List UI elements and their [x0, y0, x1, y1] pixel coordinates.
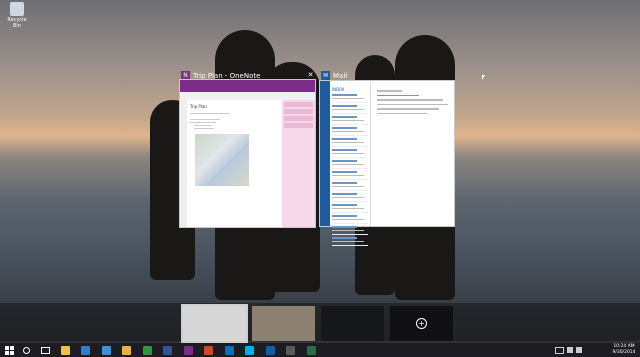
close-window-button[interactable]: ✕	[306, 71, 315, 80]
excel-icon[interactable]	[304, 344, 318, 356]
settings-icon[interactable]	[284, 344, 298, 356]
virtual-desktops-strip	[0, 303, 640, 341]
keyboard-icon[interactable]	[555, 347, 564, 354]
task-view-icon[interactable]	[38, 344, 52, 356]
window-title-text: Mail	[333, 71, 348, 80]
desktop-thumbnail-1[interactable]	[181, 304, 248, 343]
recycle-bin-icon	[10, 2, 24, 16]
search-icon[interactable]	[19, 344, 33, 356]
clock[interactable]: 10:24 AM 9/30/2014	[608, 344, 640, 356]
file-explorer-icon[interactable]	[58, 344, 72, 356]
desktop-thumbnail-3[interactable]	[321, 306, 384, 341]
mail-message-list: INBOX	[330, 81, 371, 246]
skype-icon[interactable]	[243, 344, 257, 356]
window-title-text: Trip Plan - OneNote	[193, 71, 261, 80]
window-title-mail[interactable]: ✉ Mail	[321, 71, 347, 80]
onenote-ribbon	[180, 80, 315, 92]
clock-date: 9/30/2014	[612, 350, 636, 355]
onenote-window-preview[interactable]: Trip Plan	[179, 79, 316, 228]
lync-icon[interactable]	[263, 344, 277, 356]
add-desktop-button[interactable]: +	[390, 306, 453, 341]
word-icon[interactable]	[161, 344, 175, 356]
arrow-cursor-icon	[482, 75, 485, 80]
mail-reading-pane	[371, 81, 454, 226]
onenote-app-icon[interactable]	[181, 344, 195, 356]
mail-nav-rail	[320, 81, 330, 226]
page-title: Trip Plan	[190, 104, 207, 109]
system-tray-icons	[555, 345, 595, 355]
mail-app-icon[interactable]	[79, 344, 93, 356]
plus-icon: +	[416, 318, 427, 329]
onenote-nav-pane	[180, 100, 187, 227]
mail-icon: ✉	[321, 71, 330, 80]
windows-logo-icon[interactable]	[2, 344, 16, 356]
folder-icon[interactable]	[120, 344, 134, 356]
volume-icon[interactable]	[576, 347, 582, 353]
network-icon[interactable]	[567, 347, 573, 353]
recycle-bin-desktop-icon[interactable]: Recycle Bin	[4, 2, 30, 29]
map-image	[195, 134, 249, 186]
internet-explorer-icon[interactable]	[99, 344, 113, 356]
powerpoint-icon[interactable]	[202, 344, 216, 356]
inbox-label: INBOX	[332, 87, 345, 92]
recycle-bin-label: Recycle Bin	[7, 17, 27, 29]
desktop-thumbnail-2[interactable]	[252, 306, 315, 341]
mail-window-preview[interactable]: INBOX	[319, 80, 455, 246]
onenote-icon: N	[181, 71, 190, 80]
store-icon[interactable]	[140, 344, 154, 356]
onenote-page-list	[282, 100, 315, 227]
outlook-icon[interactable]	[222, 344, 236, 356]
onenote-page: Trip Plan	[188, 100, 282, 227]
taskbar	[0, 343, 640, 357]
window-title-onenote[interactable]: N Trip Plan - OneNote	[181, 71, 260, 80]
